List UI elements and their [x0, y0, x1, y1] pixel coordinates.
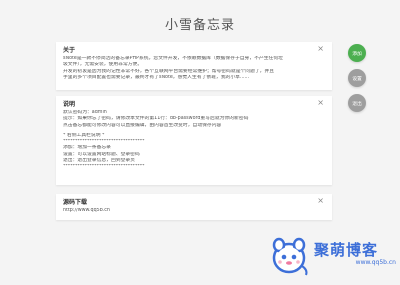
close-icon[interactable]: × — [317, 197, 324, 205]
note-line: 手里的多个项目配置也需要记录，最终才有了sNote，感觉人生有了依靠，我的小草.… — [63, 74, 250, 80]
close-icon[interactable]: × — [317, 99, 324, 107]
page-title: 小雪备忘录 — [164, 18, 235, 33]
note-title: 关于 — [63, 47, 76, 54]
close-icon[interactable]: × — [317, 45, 324, 53]
note-card-download[interactable]: 源码下载 × http://www.qq5b.cn — [56, 194, 332, 220]
watermark-brand: 聚萌博客 — [314, 241, 379, 259]
add-button[interactable]: 添加 — [348, 44, 366, 62]
note-card-instructions[interactable]: 说明 × 默认密码为：admin 提示：如果你忘了密码，请修改本文件的第11行：… — [56, 96, 332, 185]
watermark: 聚萌博客 www.qq5b.cn — [268, 236, 398, 284]
watermark-url: www.qq5b.cn — [355, 259, 396, 266]
note-line: http://www.qq5b.cn — [63, 208, 110, 213]
note-title: 源码下载 — [63, 199, 88, 206]
mascot-logo-icon — [272, 237, 308, 276]
logout-button[interactable]: 退出 — [348, 94, 366, 112]
note-card-about[interactable]: 关于 × sNote是一款不停简洁的备忘录PHP系统，您文件开发，不依赖数据库（… — [56, 42, 332, 90]
settings-button[interactable]: 设置 — [348, 69, 366, 87]
note-line: ********************************** — [63, 164, 145, 170]
note-title: 说明 — [63, 101, 76, 108]
